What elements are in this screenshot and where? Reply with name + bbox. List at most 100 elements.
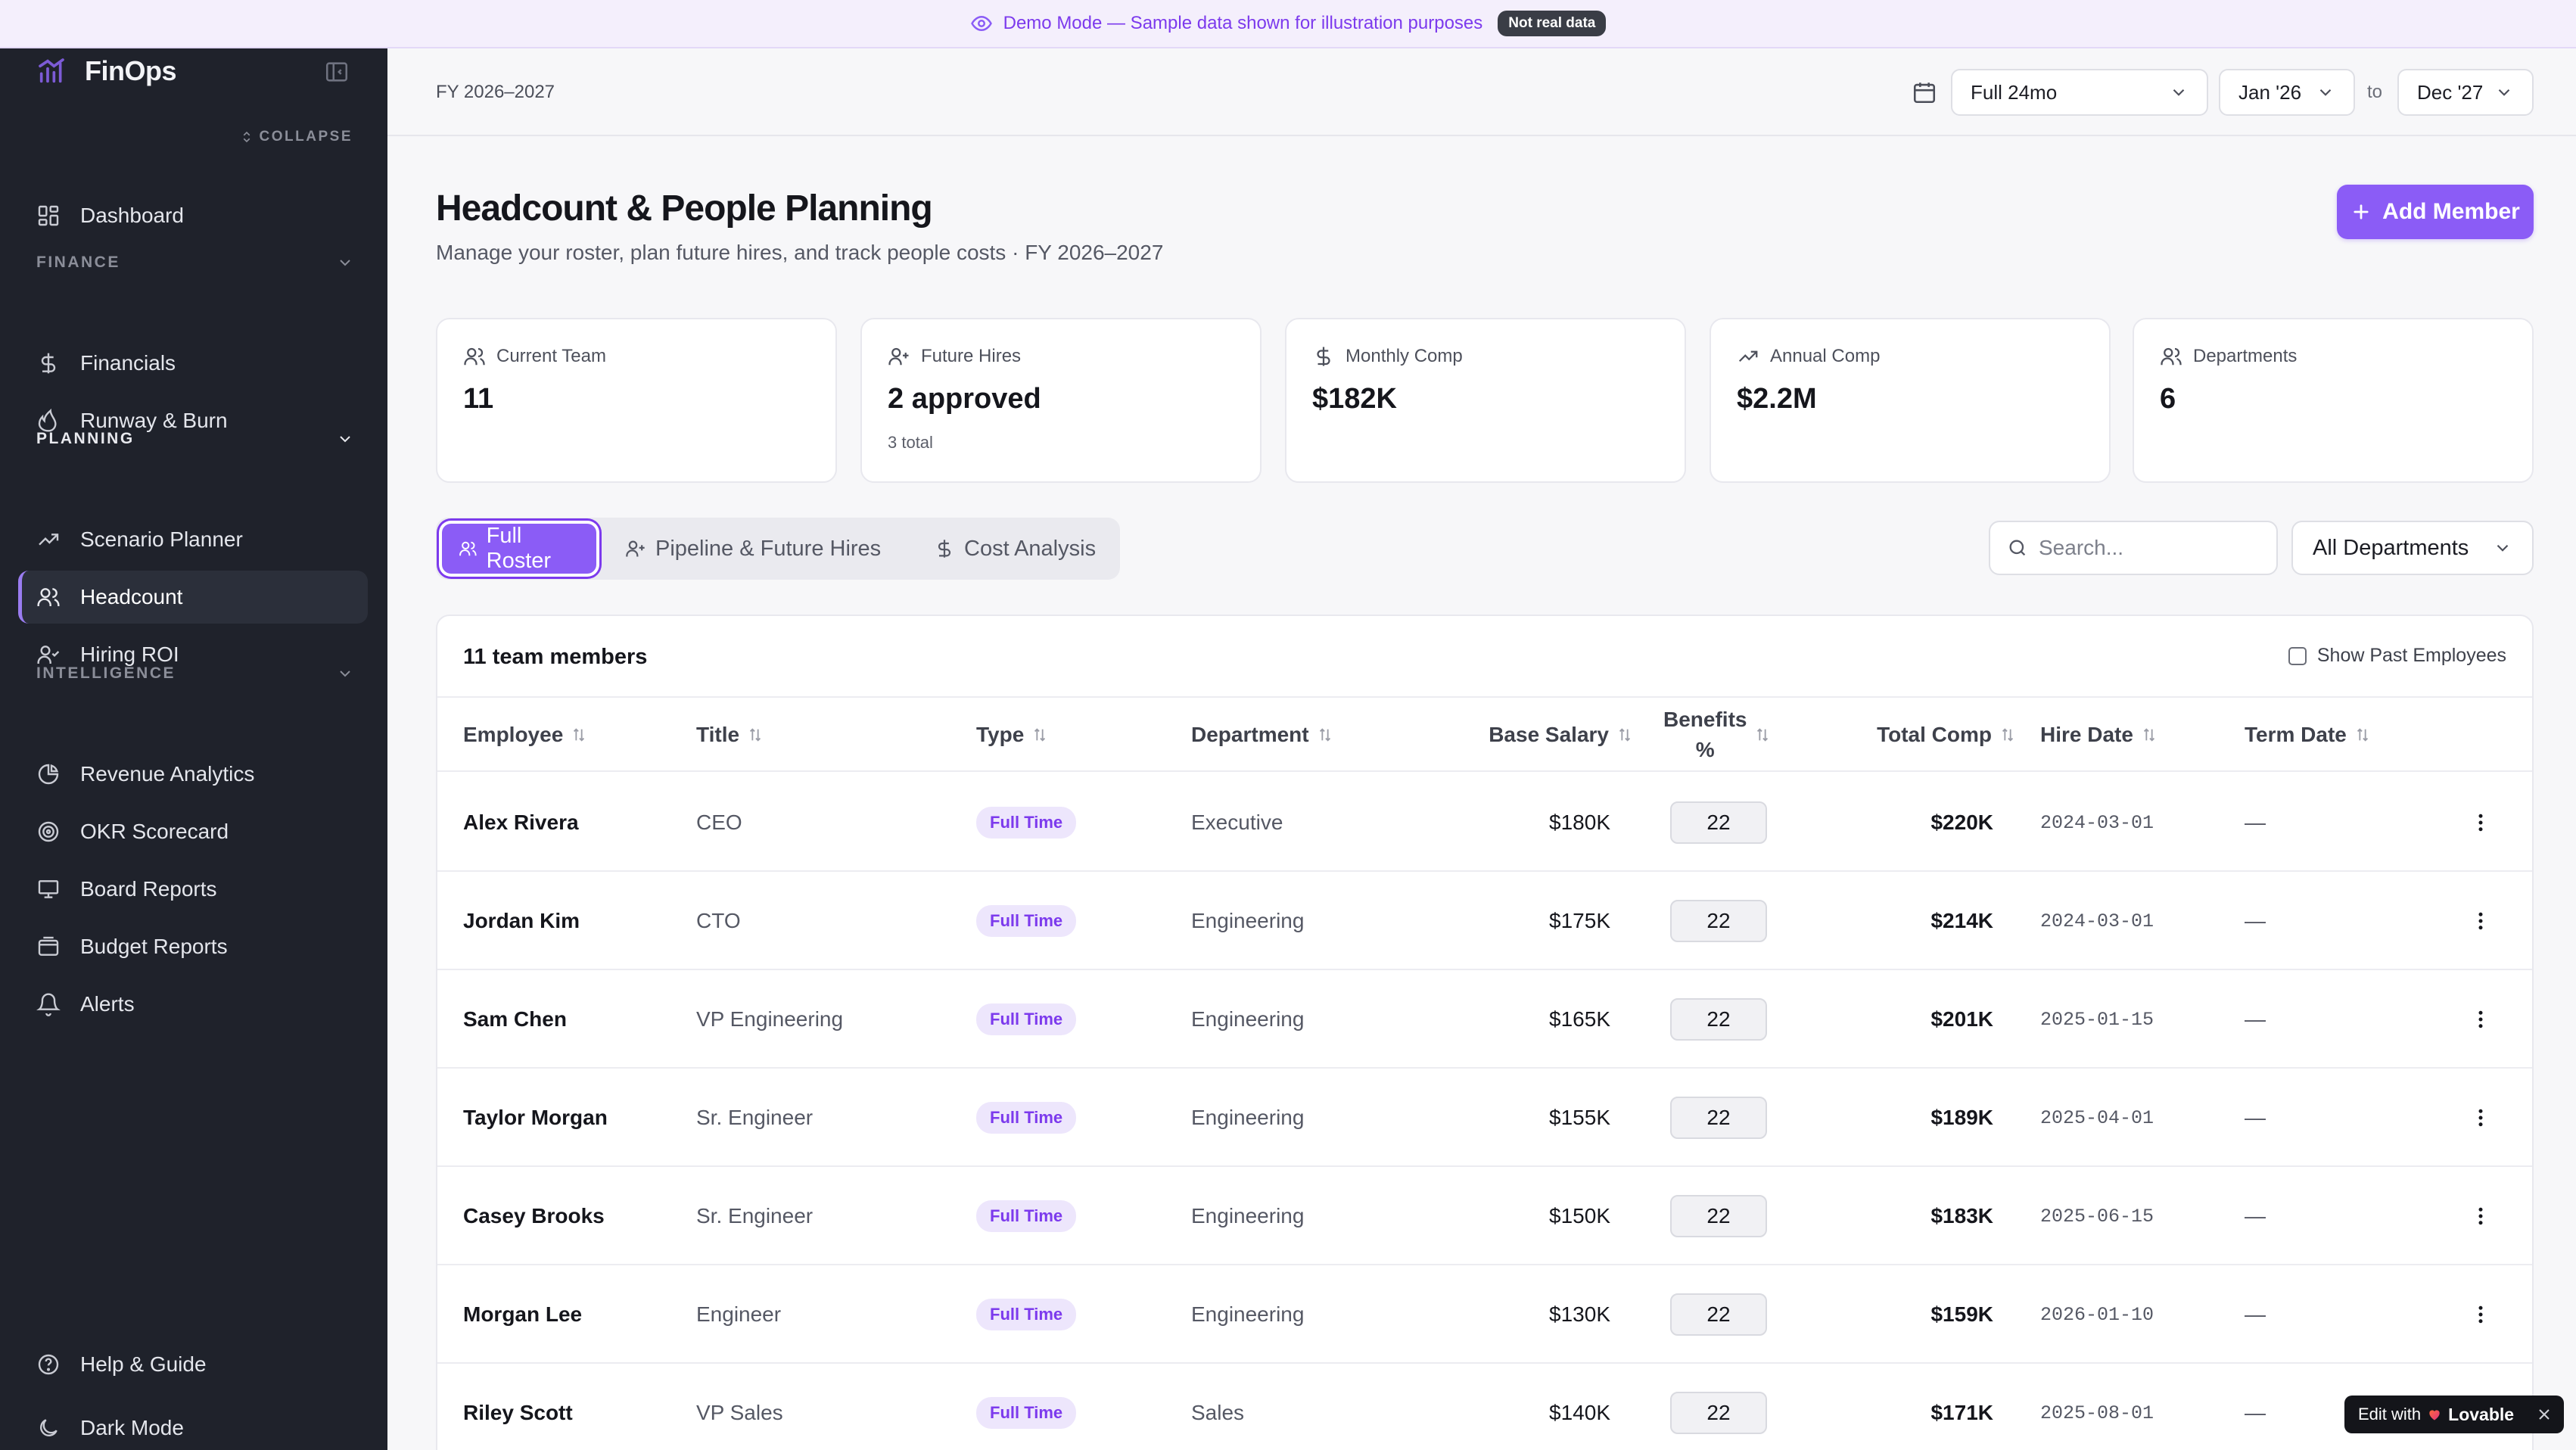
table-row[interactable]: Taylor Morgan Sr. Engineer Full Time Eng… [437, 1069, 2532, 1167]
more-vertical-icon[interactable] [2469, 1303, 2492, 1326]
sidebar-item-okr-scorecard[interactable]: OKR Scorecard [18, 805, 368, 858]
employee-name[interactable]: Taylor Morgan [463, 1069, 608, 1167]
column-header-benefits[interactable]: Benefits % [1663, 698, 1771, 772]
base-salary: $180K [1549, 811, 1610, 834]
chevron-down-icon [340, 436, 350, 443]
benefits-percent-input[interactable]: 22 [1670, 1195, 1767, 1237]
employee-name[interactable]: Jordan Kim [463, 872, 580, 970]
sidebar-item-label: Headcount [80, 585, 183, 608]
row-actions[interactable] [2466, 1069, 2496, 1167]
table-row[interactable]: Jordan Kim CTO Full Time Engineering $17… [437, 872, 2532, 970]
table-row[interactable]: Morgan Lee Engineer Full Time Engineerin… [437, 1265, 2532, 1364]
sidebar-item-dark-mode[interactable]: Dark Mode [18, 1402, 368, 1450]
sidebar-item-budget-reports[interactable]: Budget Reports [18, 920, 368, 973]
employee-name[interactable]: Alex Rivera [463, 773, 579, 872]
more-vertical-icon[interactable] [2469, 910, 2492, 932]
base-salary: $165K [1549, 1007, 1610, 1031]
sidebar-item-alerts[interactable]: Alerts [18, 978, 368, 1031]
stat-card-header: Current Team [463, 345, 606, 368]
base-salary: $130K [1549, 1302, 1610, 1326]
close-icon[interactable] [2535, 1405, 2553, 1424]
column-header-employee[interactable]: Employee [463, 698, 587, 772]
stat-value: $2.2M [1737, 383, 1817, 415]
more-vertical-icon[interactable] [2469, 811, 2492, 834]
column-header-type[interactable]: Type [976, 698, 1048, 772]
range-preset-select[interactable]: Full 24mo [1951, 69, 2208, 116]
sidebar-item-dashboard[interactable]: Dashboard [18, 189, 368, 242]
tab-full-roster[interactable]: Full Roster [442, 524, 596, 574]
brand[interactable]: FinOps [36, 48, 177, 94]
pie-chart-icon [38, 764, 59, 785]
column-header-total-comp[interactable]: Total Comp [1800, 698, 2016, 772]
column-header-base-salary[interactable]: Base Salary [1421, 698, 1633, 772]
employment-type-cell: Full Time [976, 1167, 1077, 1265]
start-month-value: Jan '26 [2238, 80, 2302, 104]
show-past-employees-toggle[interactable]: Show Past Employees [2288, 645, 2506, 667]
employee-name[interactable]: Casey Brooks [463, 1167, 605, 1265]
column-header-department[interactable]: Department [1191, 698, 1333, 772]
sidebar-item-label: Help & Guide [80, 1352, 207, 1376]
section-intelligence[interactable]: INTELLIGENCE [36, 658, 354, 689]
department-filter-select[interactable]: All Departments [2291, 521, 2534, 575]
sidebar-item-financials[interactable]: Financials [18, 337, 368, 390]
row-actions[interactable] [2466, 872, 2496, 970]
sort-icon [749, 728, 761, 742]
more-vertical-icon[interactable] [2469, 1008, 2492, 1031]
base-salary: $140K [1549, 1401, 1610, 1424]
end-month-select[interactable]: Dec '27 [2397, 69, 2534, 116]
sidebar-toggle-icon[interactable] [324, 59, 350, 85]
checkbox[interactable] [2288, 646, 2307, 665]
benefits-percent-input[interactable]: 22 [1670, 1392, 1767, 1434]
table-row[interactable]: Alex Rivera CEO Full Time Executive $180… [437, 773, 2532, 872]
more-vertical-icon[interactable] [2469, 1106, 2492, 1129]
section-planning[interactable]: PLANNING [36, 424, 354, 454]
benefits-percent-input[interactable]: 22 [1670, 900, 1767, 942]
benefits-percent-input[interactable]: 22 [1670, 1293, 1767, 1336]
users-icon [459, 541, 477, 556]
edit-with-lovable-badge[interactable]: Edit with Lovable [2344, 1396, 2564, 1433]
more-vertical-icon[interactable] [2469, 1205, 2492, 1228]
trending-up-icon [39, 534, 59, 546]
employee-title: Sr. Engineer [696, 1106, 814, 1129]
row-actions[interactable] [2466, 1167, 2496, 1265]
section-finance[interactable]: FINANCE [36, 247, 354, 278]
search-field[interactable] [1989, 521, 2278, 575]
column-header-title[interactable]: Title [696, 698, 764, 772]
sidebar-item-board-reports[interactable]: Board Reports [18, 863, 368, 916]
benefits-percent-input[interactable]: 22 [1670, 1097, 1767, 1139]
table-row[interactable]: Casey Brooks Sr. Engineer Full Time Engi… [437, 1167, 2532, 1265]
sidebar-item-headcount[interactable]: Headcount [18, 571, 368, 624]
row-actions[interactable] [2466, 1265, 2496, 1364]
column-label: Benefits % [1663, 705, 1747, 765]
collapse-button[interactable]: COLLAPSE [240, 129, 353, 145]
search-input[interactable] [2039, 536, 2266, 560]
table-row[interactable]: Sam Chen VP Engineering Full Time Engine… [437, 970, 2532, 1069]
start-month-select[interactable]: Jan '26 [2219, 69, 2355, 116]
chevron-down-icon [340, 260, 350, 266]
benefits-cell: 22 [1669, 1167, 1768, 1265]
sidebar-item-revenue-analytics[interactable]: Revenue Analytics [18, 748, 368, 801]
sidebar-item-help-guide[interactable]: Help & Guide [18, 1338, 368, 1391]
sidebar-item-label: Financials [80, 351, 176, 375]
employee-name[interactable]: Morgan Lee [463, 1265, 582, 1364]
dollar-icon [938, 540, 951, 558]
chevron-down-icon [340, 671, 350, 677]
stat-value: $182K [1312, 383, 1397, 415]
employee-name[interactable]: Riley Scott [463, 1364, 573, 1450]
benefits-percent-input[interactable]: 22 [1670, 801, 1767, 844]
tab-cost-analysis[interactable]: Cost Analysis [917, 524, 1112, 574]
column-label-line: Benefits [1663, 708, 1747, 731]
tab-pipeline-future-hires[interactable]: Pipeline & Future Hires [608, 524, 898, 574]
row-actions[interactable] [2466, 773, 2496, 872]
table-row[interactable]: Riley Scott VP Sales Full Time Sales $14… [437, 1364, 2532, 1450]
sidebar-item-scenario-planner[interactable]: Scenario Planner [18, 513, 368, 566]
stat-card-future-hires: Future Hires 2 approved 3 total [860, 318, 1262, 483]
employee-name[interactable]: Sam Chen [463, 970, 567, 1069]
sort-icon [1034, 728, 1046, 742]
add-member-button[interactable]: Add Member [2337, 185, 2534, 239]
user-plus-icon [888, 347, 909, 366]
column-header-hire-date[interactable]: Hire Date [2040, 698, 2158, 772]
column-header-term-date[interactable]: Term Date [2245, 698, 2371, 772]
row-actions[interactable] [2466, 970, 2496, 1069]
benefits-percent-input[interactable]: 22 [1670, 998, 1767, 1041]
